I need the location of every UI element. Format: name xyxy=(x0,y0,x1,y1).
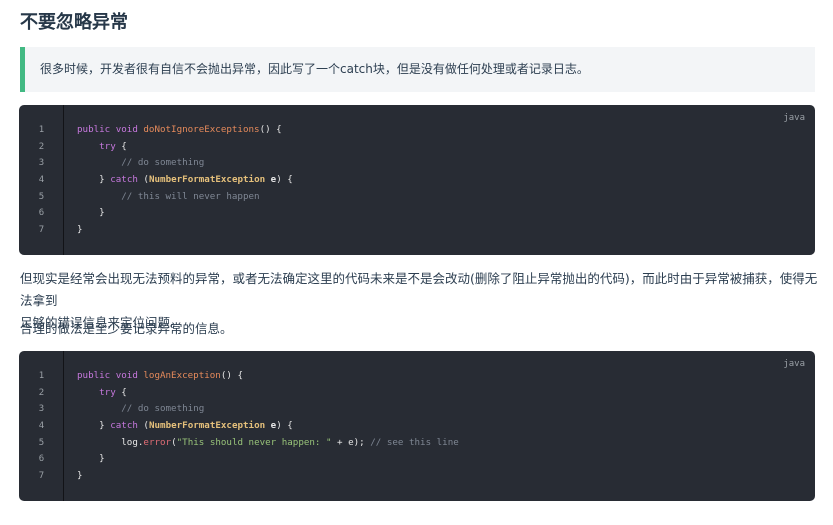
code-language-label: java xyxy=(783,359,805,369)
line-number: 5 xyxy=(38,192,45,202)
code-block-2[interactable]: java 1 2 3 4 5 6 7 public void logAnExce… xyxy=(19,351,815,501)
line-number: 6 xyxy=(38,208,45,218)
code-line: } xyxy=(77,205,105,222)
punctuation: { xyxy=(115,387,127,398)
code-comment: // do something xyxy=(121,403,205,414)
line-number: 1 xyxy=(38,125,45,135)
section-heading: 不要忽略异常 xyxy=(20,12,128,33)
code-block-1[interactable]: java 1 2 3 4 5 6 7 public void doNotIgno… xyxy=(19,105,815,255)
object-ref: log. xyxy=(121,437,144,448)
line-number: 4 xyxy=(38,421,45,431)
code-line: } xyxy=(77,222,83,239)
code-comment: // do something xyxy=(121,157,205,168)
code-line: log.error("This should never happen: " +… xyxy=(77,435,459,452)
variable: e xyxy=(265,174,277,185)
line-number: 1 xyxy=(38,371,45,381)
keyword: try xyxy=(99,387,116,398)
method-name: doNotIgnoreExceptions xyxy=(143,124,260,135)
punctuation: ) { xyxy=(276,420,293,431)
punctuation: ) { xyxy=(276,174,293,185)
line-number: 5 xyxy=(38,438,45,448)
paragraph-advice: 合理的做法是至少要记录异常的信息。 xyxy=(20,321,233,336)
code-line: try { xyxy=(77,385,127,402)
punctuation: } xyxy=(99,174,111,185)
code-line: } xyxy=(77,468,83,485)
code-line: public void doNotIgnoreExceptions() { xyxy=(77,122,282,139)
keyword: catch xyxy=(110,174,138,185)
line-number: 4 xyxy=(38,175,45,185)
code-line: // do something xyxy=(77,155,204,172)
article-section: 不要忽略异常 很多时候，开发者很有自信不会抛出异常，因此写了一个catch块，但… xyxy=(0,0,833,525)
keyword: catch xyxy=(110,420,138,431)
code-line: } catch (NumberFormatException e) { xyxy=(77,418,293,435)
line-number: 6 xyxy=(38,454,45,464)
keyword: try xyxy=(99,141,116,152)
code-language-label: java xyxy=(783,113,805,123)
line-number: 2 xyxy=(38,388,45,398)
variable: e xyxy=(265,420,277,431)
keyword: public void xyxy=(77,370,144,381)
line-number: 7 xyxy=(38,471,45,481)
tip-callout: 很多时候，开发者很有自信不会抛出异常，因此写了一个catch块，但是没有做任何处… xyxy=(20,47,815,92)
punctuation: + e); xyxy=(331,437,371,448)
line-number: 2 xyxy=(38,142,45,152)
code-line: try { xyxy=(77,139,127,156)
code-line: // do something xyxy=(77,401,204,418)
method-call: error xyxy=(143,437,172,448)
code-line: } xyxy=(77,451,105,468)
line-number: 7 xyxy=(38,225,45,235)
code-line: // this will never happen xyxy=(77,189,260,206)
punctuation: ( xyxy=(137,420,149,431)
line-number: 3 xyxy=(38,404,45,414)
punctuation: ( xyxy=(137,174,149,185)
keyword: public void xyxy=(77,124,144,135)
code-comment: // see this line xyxy=(370,437,459,448)
line-number: 3 xyxy=(38,158,45,168)
class-name: NumberFormatException xyxy=(148,174,266,185)
line-number-gutter: 1 2 3 4 5 6 7 xyxy=(19,105,64,255)
punctuation: { xyxy=(115,141,127,152)
punctuation: () { xyxy=(220,370,243,381)
string-literal: "This should never happen: " xyxy=(176,437,332,448)
punctuation: } xyxy=(77,470,83,481)
punctuation: () { xyxy=(259,124,282,135)
code-line: } catch (NumberFormatException e) { xyxy=(77,172,293,189)
punctuation: } xyxy=(99,453,105,464)
method-name: logAnException xyxy=(143,370,221,381)
punctuation: } xyxy=(99,207,105,218)
code-line: public void logAnException() { xyxy=(77,368,243,385)
punctuation: } xyxy=(77,224,83,235)
class-name: NumberFormatException xyxy=(148,420,266,431)
line-number-gutter: 1 2 3 4 5 6 7 xyxy=(19,351,64,501)
paragraph-line: 但现实是经常会出现无法预料的异常，或者无法确定这里的代码未来是不是会改动(删除了… xyxy=(20,271,818,308)
code-comment: // this will never happen xyxy=(121,191,260,202)
punctuation: } xyxy=(99,420,111,431)
